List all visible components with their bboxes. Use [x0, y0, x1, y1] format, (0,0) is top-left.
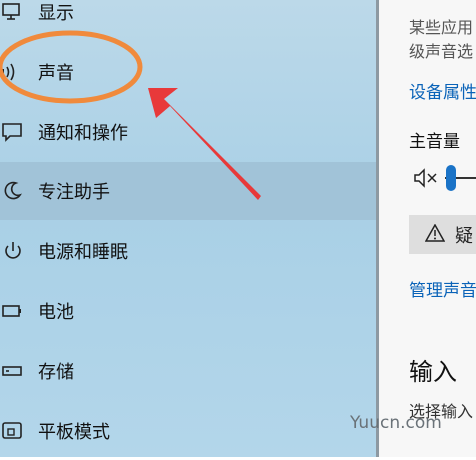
settings-sidebar: 显示 声音 通知和操作 专注助手 电源和睡眠 电池 存储 平板模式: [0, 0, 376, 457]
sidebar-item-label: 通知和操作: [38, 123, 128, 144]
battery-icon: [0, 298, 26, 324]
storage-icon: [0, 358, 26, 384]
sidebar-item-display[interactable]: 显示: [0, 0, 376, 41]
troubleshoot-label: 疑: [455, 225, 473, 247]
device-properties-link[interactable]: 设备属性: [409, 78, 476, 103]
input-heading: 输入: [409, 358, 457, 386]
sidebar-item-label: 声音: [38, 63, 74, 84]
power-icon: [0, 238, 26, 264]
sidebar-item-tablet-mode[interactable]: 平板模式: [0, 402, 376, 460]
app-sound-description-line2: 级声音选: [409, 42, 474, 61]
sound-settings-pane: 某些应用 级声音选 设备属性 主音量 疑 管理声音 输入 选择输入: [379, 0, 476, 457]
sidebar-item-label: 专注助手: [38, 182, 110, 203]
moon-icon: [0, 178, 26, 204]
monitor-icon: [0, 0, 26, 25]
sidebar-item-label: 平板模式: [38, 422, 110, 443]
sidebar-item-focus-assist[interactable]: 专注助手: [0, 162, 376, 220]
sidebar-item-power-sleep[interactable]: 电源和睡眠: [0, 222, 376, 280]
sidebar-item-storage[interactable]: 存储: [0, 342, 376, 400]
notification-icon: [0, 119, 26, 145]
mute-icon[interactable]: [413, 167, 439, 193]
sidebar-item-label: 电池: [38, 302, 74, 323]
sidebar-item-sound[interactable]: 声音: [0, 43, 376, 101]
sidebar-item-label: 存储: [38, 362, 74, 383]
troubleshoot-button[interactable]: 疑: [409, 215, 476, 254]
sidebar-item-label: 显示: [38, 3, 74, 24]
sidebar-item-notifications[interactable]: 通知和操作: [0, 103, 376, 161]
volume-slider-thumb[interactable]: [446, 165, 456, 191]
app-sound-description: 某些应用: [409, 18, 474, 37]
master-volume-label: 主音量: [409, 132, 460, 152]
manage-sound-link[interactable]: 管理声音: [409, 276, 476, 301]
watermark: Yuucn.com: [350, 413, 442, 433]
sidebar-item-label: 电源和睡眠: [38, 242, 128, 263]
speaker-icon: [0, 59, 26, 85]
warning-icon: [424, 222, 446, 246]
sidebar-item-battery[interactable]: 电池: [0, 282, 376, 340]
tablet-icon: [0, 418, 26, 444]
